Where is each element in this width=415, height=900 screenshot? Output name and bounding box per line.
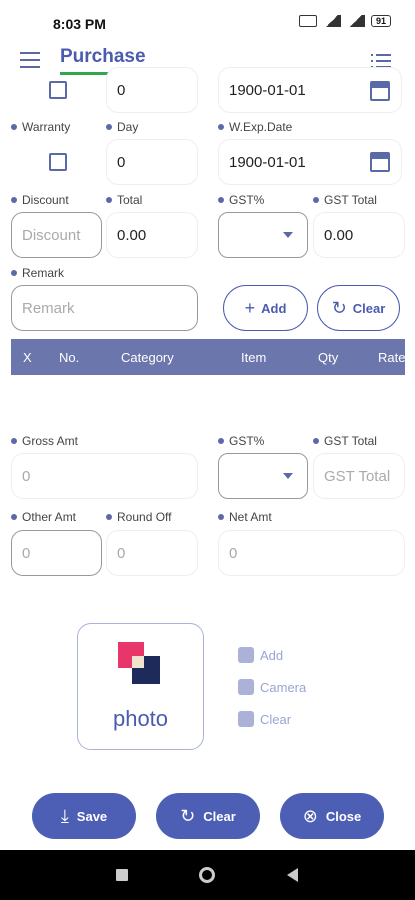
back-icon[interactable] bbox=[287, 868, 298, 882]
photo-text: photo bbox=[112, 706, 169, 731]
date-value-top: 1900-01-01 bbox=[229, 81, 306, 99]
photo-add-label: Add bbox=[260, 647, 284, 663]
photo-preview[interactable]: photo bbox=[77, 623, 204, 750]
add-item-label: Add bbox=[261, 300, 287, 316]
clear-item-label: Clear bbox=[352, 300, 386, 316]
gst-total-field[interactable]: 0.00 bbox=[313, 212, 405, 258]
gst-total-input-2[interactable]: GST Total bbox=[313, 453, 405, 499]
home-icon[interactable] bbox=[199, 867, 215, 883]
remark-label: Remark bbox=[11, 266, 64, 280]
plus-icon: + bbox=[244, 297, 256, 318]
recents-icon[interactable] bbox=[116, 869, 128, 881]
menu-icon[interactable] bbox=[20, 52, 40, 68]
status-icons: 91 bbox=[298, 15, 391, 27]
col-x: X bbox=[23, 350, 32, 365]
gst-percent-label: GST% bbox=[218, 193, 264, 207]
items-table-header: X No. Category Item Qty Rate bbox=[11, 339, 405, 375]
net-amt-label: Net Amt bbox=[218, 510, 272, 524]
signal-icon-2 bbox=[346, 15, 365, 27]
warranty-label: Warranty bbox=[11, 120, 70, 134]
battery-icon: 91 bbox=[370, 15, 391, 27]
round-off-label: Round Off bbox=[106, 510, 171, 524]
close-circle-icon: ⊗ bbox=[302, 805, 318, 826]
clear-item-button[interactable]: ↻ Clear bbox=[317, 285, 400, 331]
photo-logo-icon bbox=[118, 642, 160, 684]
warranty-exp-date-label: W.Exp.Date bbox=[218, 120, 292, 134]
add-photo-icon bbox=[238, 647, 254, 663]
status-bar: 8:03 PM 91 bbox=[0, 0, 415, 44]
col-category: Category bbox=[121, 350, 174, 365]
photo-add-button[interactable]: Add bbox=[238, 647, 283, 663]
warranty-day-field[interactable]: 0 bbox=[106, 139, 198, 185]
camera-icon bbox=[238, 679, 254, 695]
close-button[interactable]: ⊗ Close bbox=[280, 793, 384, 839]
list-view-icon[interactable] bbox=[371, 54, 391, 68]
status-time: 8:03 PM bbox=[53, 16, 106, 32]
day-field-top[interactable]: 0 bbox=[106, 67, 198, 113]
total-label: Total bbox=[106, 193, 142, 207]
checkbox-top[interactable] bbox=[49, 81, 67, 99]
gross-amt-field: 0 bbox=[11, 453, 198, 499]
other-amt-label: Other Amt bbox=[11, 510, 76, 524]
gst-percent-dropdown-2[interactable] bbox=[218, 453, 308, 499]
gross-amt-label: Gross Amt bbox=[11, 434, 78, 448]
calendar-icon[interactable] bbox=[370, 152, 390, 172]
col-qty: Qty bbox=[318, 350, 339, 365]
signal-icon bbox=[322, 15, 341, 27]
chevron-down-icon bbox=[283, 232, 293, 238]
calendar-icon-top[interactable] bbox=[370, 81, 390, 101]
gst-percent-label-2: GST% bbox=[218, 434, 264, 448]
total-field[interactable]: 0.00 bbox=[106, 212, 198, 258]
save-label: Save bbox=[76, 808, 108, 824]
day-label: Day bbox=[106, 120, 138, 134]
photo-camera-button[interactable]: Camera bbox=[238, 679, 306, 695]
warranty-checkbox[interactable] bbox=[49, 153, 67, 171]
chevron-down-icon-2 bbox=[283, 473, 293, 479]
refresh-icon-photo bbox=[238, 711, 254, 727]
photo-clear-button[interactable]: Clear bbox=[238, 711, 291, 727]
save-button[interactable]: ⤓ Save bbox=[32, 793, 136, 839]
remark-input[interactable]: Remark bbox=[11, 285, 198, 331]
col-rate: Rate bbox=[378, 350, 406, 365]
gst-total-label: GST Total bbox=[313, 193, 377, 207]
photo-clear-label: Clear bbox=[260, 711, 292, 727]
clear-button[interactable]: ↻ Clear bbox=[156, 793, 260, 839]
gst-percent-dropdown[interactable] bbox=[218, 212, 308, 258]
clear-label: Clear bbox=[203, 808, 236, 824]
system-nav-bar bbox=[0, 850, 415, 900]
warranty-exp-date-value: 1900-01-01 bbox=[229, 153, 306, 171]
download-icon: ⤓ bbox=[60, 805, 69, 826]
close-label: Close bbox=[325, 808, 362, 824]
refresh-icon-bottom: ↻ bbox=[180, 805, 196, 826]
net-amt-field: 0 bbox=[218, 530, 405, 576]
discount-label: Discount bbox=[11, 193, 69, 207]
add-item-button[interactable]: + Add bbox=[223, 285, 308, 331]
round-off-field: 0 bbox=[106, 530, 198, 576]
photo-camera-label: Camera bbox=[260, 679, 307, 695]
refresh-icon: ↻ bbox=[331, 297, 347, 318]
notification-icon bbox=[298, 15, 317, 27]
gst-total-label-2: GST Total bbox=[313, 434, 377, 448]
col-no: No. bbox=[59, 350, 80, 365]
other-amt-input[interactable]: 0 bbox=[11, 530, 102, 576]
col-item: Item bbox=[241, 350, 267, 365]
discount-input[interactable]: Discount bbox=[11, 212, 102, 258]
